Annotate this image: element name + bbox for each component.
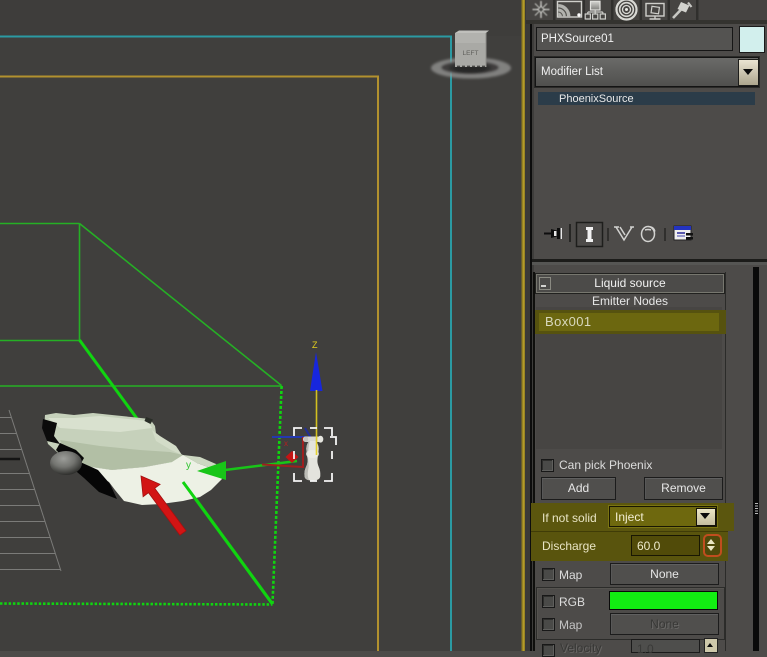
svg-text:y: y [186, 460, 191, 471]
svg-text:x: x [284, 439, 288, 448]
svg-text:Z: Z [312, 340, 318, 350]
svg-text:LEFT: LEFT [463, 50, 479, 57]
